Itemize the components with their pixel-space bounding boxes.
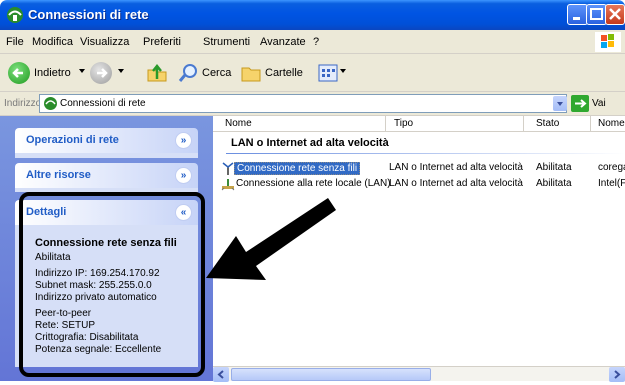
search-button[interactable]: Cerca [202, 67, 231, 79]
connection-device: corega [598, 162, 625, 173]
network-tasks-title: Operazioni di rete [26, 134, 119, 146]
column-device-name[interactable]: Nome [598, 118, 625, 129]
connection-status: Abilitata [536, 178, 572, 189]
column-separator [385, 116, 386, 132]
back-button[interactable]: Indietro [34, 67, 71, 79]
horizontal-scrollbar[interactable] [213, 366, 625, 382]
toolbar: Indietro Cerca Cartelle [0, 54, 625, 92]
scrollbar-thumb[interactable] [231, 368, 431, 381]
go-arrow-icon[interactable] [571, 95, 589, 112]
table-row[interactable]: Connessione alla rete locale (LAN) LAN o… [213, 177, 625, 193]
forward-arrow-icon[interactable] [90, 62, 112, 84]
close-button[interactable] [605, 4, 625, 25]
minimize-button[interactable] [567, 4, 588, 25]
other-places-title: Altre risorse [26, 169, 91, 181]
wireless-network-icon [222, 162, 234, 175]
table-row[interactable]: Connessione rete senza fili LAN o Intern… [213, 161, 625, 177]
address-input[interactable]: Connessioni di rete [39, 94, 567, 113]
connection-name: Connessione alla rete locale (LAN) [236, 178, 391, 189]
address-bar: Indirizzo Connessioni di rete Vai [0, 92, 625, 116]
up-folder-icon[interactable] [146, 62, 168, 84]
column-status[interactable]: Stato [536, 118, 559, 129]
forward-dropdown-icon[interactable] [118, 69, 124, 73]
connection-device: Intel(F [598, 178, 625, 189]
title-bar: Connessioni di rete [0, 0, 625, 30]
lan-connection-icon [221, 179, 235, 191]
column-separator [590, 116, 591, 132]
folders-icon[interactable] [240, 62, 262, 84]
chevron-down-icon[interactable]: » [175, 167, 192, 184]
menu-file[interactable]: File [6, 36, 24, 48]
pointer-arrow-icon [206, 198, 336, 280]
menu-advanced[interactable]: Avanzate [260, 36, 306, 48]
group-divider [226, 153, 625, 154]
views-icon[interactable] [318, 63, 338, 83]
menu-edit[interactable]: Modifica [32, 36, 73, 48]
column-header-row: Nome Tipo Stato Nome [213, 116, 625, 132]
network-connections-icon [44, 97, 57, 110]
search-icon[interactable] [178, 62, 200, 84]
menu-tools[interactable]: Strumenti [203, 36, 250, 48]
column-type[interactable]: Tipo [394, 118, 413, 129]
address-dropdown-icon[interactable] [553, 96, 567, 111]
folders-button[interactable]: Cartelle [265, 67, 303, 79]
back-dropdown-icon[interactable] [79, 69, 85, 73]
column-name[interactable]: Nome [225, 118, 252, 129]
address-label: Indirizzo [4, 98, 42, 109]
maximize-button[interactable] [586, 4, 607, 25]
connection-status: Abilitata [536, 162, 572, 173]
network-tasks-panel-header[interactable]: Operazioni di rete » [15, 128, 198, 153]
other-places-panel-header[interactable]: Altre risorse » [15, 163, 198, 188]
go-button[interactable]: Vai [592, 98, 606, 109]
scroll-left-button[interactable] [213, 367, 229, 382]
menu-bar: File Modifica Visualizza Preferiti Strum… [0, 30, 625, 54]
menu-view[interactable]: Visualizza [80, 36, 129, 48]
connection-type: LAN o Internet ad alta velocità [389, 162, 523, 173]
network-tasks-body [15, 153, 198, 158]
views-dropdown-icon[interactable] [340, 69, 346, 73]
connection-name: Connessione rete senza fili [234, 162, 361, 175]
group-header: LAN o Internet ad alta velocità [231, 137, 389, 149]
details-highlight-frame [19, 192, 205, 377]
menu-favorites[interactable]: Preferiti [143, 36, 181, 48]
column-separator [523, 116, 524, 132]
window-title: Connessioni di rete [28, 7, 149, 22]
chevron-down-icon[interactable]: » [175, 132, 192, 149]
windows-logo-icon [595, 32, 621, 52]
address-value: Connessioni di rete [60, 98, 146, 109]
back-arrow-icon[interactable] [8, 62, 30, 84]
network-connections-icon [7, 7, 23, 23]
connection-type: LAN o Internet ad alta velocità [389, 178, 523, 189]
scroll-right-button[interactable] [609, 367, 625, 382]
menu-help[interactable]: ? [313, 36, 319, 48]
